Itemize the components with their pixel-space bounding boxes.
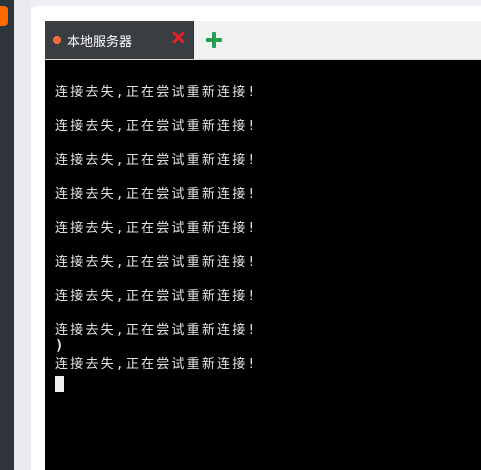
terminal-line: 连接去失,正在尝试重新连接! — [55, 153, 258, 168]
terminal-line: 连接去失,正在尝试重新连接! — [55, 85, 258, 100]
tab-label: 本地服务器 — [67, 35, 133, 50]
terminal-line: 连接去失,正在尝试重新连接! — [55, 255, 258, 270]
terminal-line: 连接去失,正在尝试重新连接! — [55, 119, 258, 134]
left-gutter — [14, 0, 31, 470]
tab-bar: 本地服务器 — [45, 21, 481, 60]
terminal-line: 连接去失,正在尝试重新连接! — [55, 187, 258, 202]
tab-local-server[interactable]: 本地服务器 — [45, 21, 194, 59]
terminal-screen[interactable]: 连接去失,正在尝试重新连接! 连接去失,正在尝试重新连接! 连接去失,正在尝试重… — [45, 60, 481, 470]
notification-badge[interactable] — [0, 6, 8, 26]
terminal-line: 连接去失,正在尝试重新连接! — [55, 221, 258, 236]
terminal-stray-glyph: ) — [55, 338, 64, 354]
terminal-line: 连接去失,正在尝试重新连接! — [55, 323, 258, 338]
terminal-line: 连接去失,正在尝试重新连接! — [55, 289, 258, 304]
status-dot-icon — [53, 36, 61, 44]
close-icon[interactable] — [169, 29, 187, 47]
terminal-line: 连接去失,正在尝试重新连接! — [55, 357, 258, 372]
app-left-rail — [0, 0, 14, 470]
terminal-cursor — [55, 376, 64, 392]
add-tab-icon[interactable] — [206, 32, 222, 48]
